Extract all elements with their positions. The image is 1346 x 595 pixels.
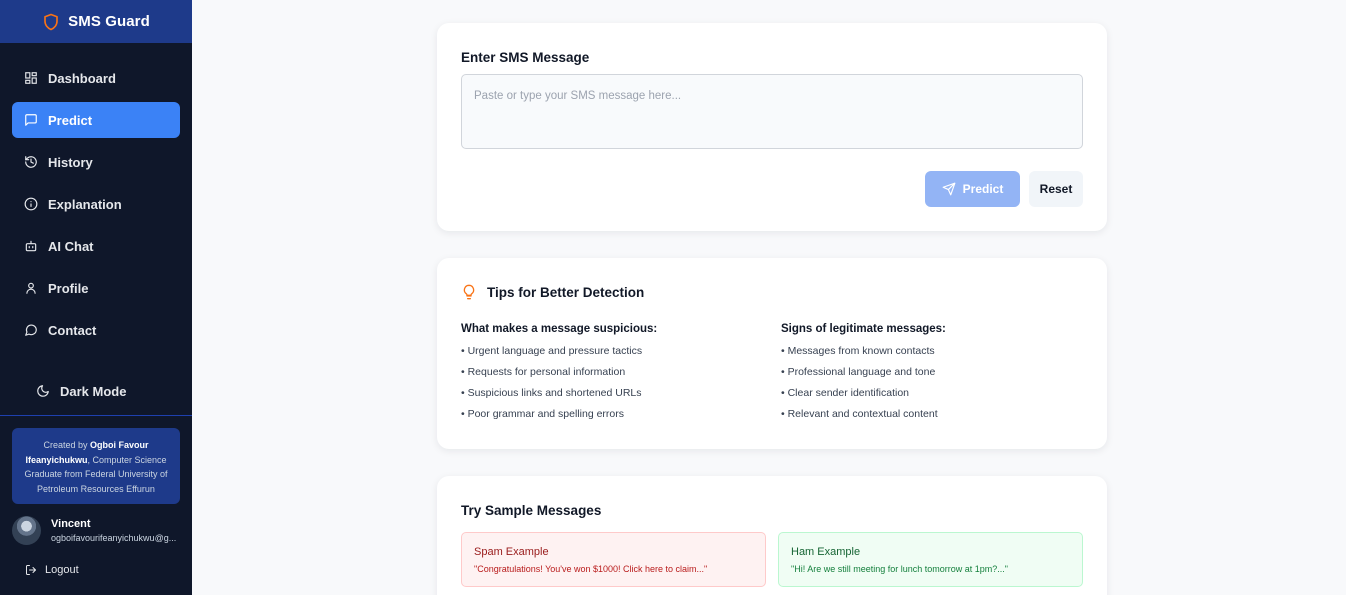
legit-tips: Signs of legitimate messages: • Messages…	[781, 323, 1081, 429]
spam-sample-text: "Congratulations! You've won $1000! Clic…	[474, 564, 708, 574]
info-icon	[24, 197, 38, 211]
list-item: • Clear sender identification	[781, 387, 909, 399]
predict-button-label: Predict	[962, 182, 1004, 196]
sidebar-item-label: Predict	[48, 112, 93, 128]
credit-prefix: Created by	[43, 440, 91, 450]
sidebar-item-profile[interactable]: Profile	[12, 270, 180, 306]
app-name: SMS Guard	[68, 13, 150, 30]
sidebar-item-label: History	[48, 154, 93, 170]
message-circle-icon	[25, 324, 37, 336]
sms-message-input[interactable]	[461, 74, 1083, 149]
sidebar-item-label: Explanation	[48, 196, 122, 212]
sidebar-item-history[interactable]: History	[12, 144, 180, 180]
spam-sample-button[interactable]: Spam Example "Congratulations! You've wo…	[461, 532, 766, 587]
list-item: • Suspicious links and shortened URLs	[461, 387, 642, 399]
sidebar: SMS Guard Dashboard Predict History Expl…	[0, 0, 192, 595]
sidebar-item-label: Dashboard	[48, 70, 116, 86]
shield-icon	[44, 13, 58, 30]
logout-button[interactable]: Logout	[25, 564, 79, 576]
sidebar-item-dashboard[interactable]: Dashboard	[12, 60, 180, 96]
tips-card: Tips for Better Detection What makes a m…	[437, 258, 1107, 449]
avatar	[12, 516, 41, 545]
credit-box: Created by Ogboi Favour Ifeanyichukwu, C…	[12, 428, 180, 504]
suspicious-tips-list: • Urgent language and pressure tactics •…	[461, 345, 761, 429]
list-item: • Professional language and tone	[781, 366, 936, 378]
predict-card: Enter SMS Message Predict Reset	[437, 23, 1107, 231]
list-item: • Relevant and contextual content	[781, 408, 938, 420]
legit-tips-title: Signs of legitimate messages:	[781, 323, 946, 335]
predict-button[interactable]: Predict	[925, 171, 1020, 207]
bot-icon	[25, 240, 37, 252]
sidebar-divider	[0, 415, 192, 416]
moon-icon	[37, 385, 49, 397]
sidebar-item-label: Profile	[48, 280, 89, 296]
user-email: ogboifavourifeanyichukwu@g...	[51, 533, 177, 543]
legit-tips-list: • Messages from known contacts • Profess…	[781, 345, 1081, 429]
user-icon	[26, 282, 36, 294]
suspicious-tips-title: What makes a message suspicious:	[461, 323, 658, 335]
list-item: • Urgent language and pressure tactics	[461, 345, 643, 357]
list-item: • Requests for personal information	[461, 366, 626, 378]
message-square-icon	[25, 114, 37, 126]
list-item: • Poor grammar and spelling errors	[461, 408, 624, 420]
user-name: Vincent	[51, 518, 91, 530]
lightbulb-icon	[463, 284, 475, 300]
tips-header: Tips for Better Detection	[461, 283, 644, 301]
sidebar-item-label: Contact	[48, 322, 97, 338]
user-profile[interactable]: Vincent ogboifavourifeanyichukwu@g...	[12, 516, 181, 545]
sidebar-item-predict[interactable]: Predict	[12, 102, 180, 138]
samples-card: Try Sample Messages Spam Example "Congra…	[437, 476, 1107, 595]
logout-icon	[26, 565, 36, 575]
predict-title: Enter SMS Message	[461, 50, 590, 65]
samples-title: Try Sample Messages	[461, 503, 602, 518]
reset-button[interactable]: Reset	[1029, 171, 1083, 207]
tips-title: Tips for Better Detection	[487, 284, 645, 300]
grid-icon	[25, 72, 37, 84]
history-icon	[25, 156, 37, 168]
spam-sample-title: Spam Example	[474, 546, 549, 558]
sidebar-item-label: AI Chat	[48, 238, 94, 254]
sidebar-item-ai-chat[interactable]: AI Chat	[12, 228, 180, 264]
dark-mode-label: Dark Mode	[60, 383, 127, 399]
ham-sample-button[interactable]: Ham Example "Hi! Are we still meeting fo…	[778, 532, 1083, 587]
list-item: • Messages from known contacts	[781, 345, 935, 357]
sidebar-item-explanation[interactable]: Explanation	[12, 186, 180, 222]
logout-label: Logout	[45, 564, 79, 576]
dark-mode-toggle[interactable]: Dark Mode	[24, 373, 168, 409]
sidebar-item-contact[interactable]: Contact	[12, 312, 180, 348]
sidebar-nav: Dashboard Predict History Explanation AI…	[0, 43, 192, 348]
send-icon	[942, 182, 956, 196]
ham-sample-text: "Hi! Are we still meeting for lunch tomo…	[791, 564, 1008, 574]
suspicious-tips: What makes a message suspicious: • Urgen…	[461, 323, 761, 429]
brand-header[interactable]: SMS Guard	[0, 0, 192, 43]
ham-sample-title: Ham Example	[791, 546, 861, 558]
